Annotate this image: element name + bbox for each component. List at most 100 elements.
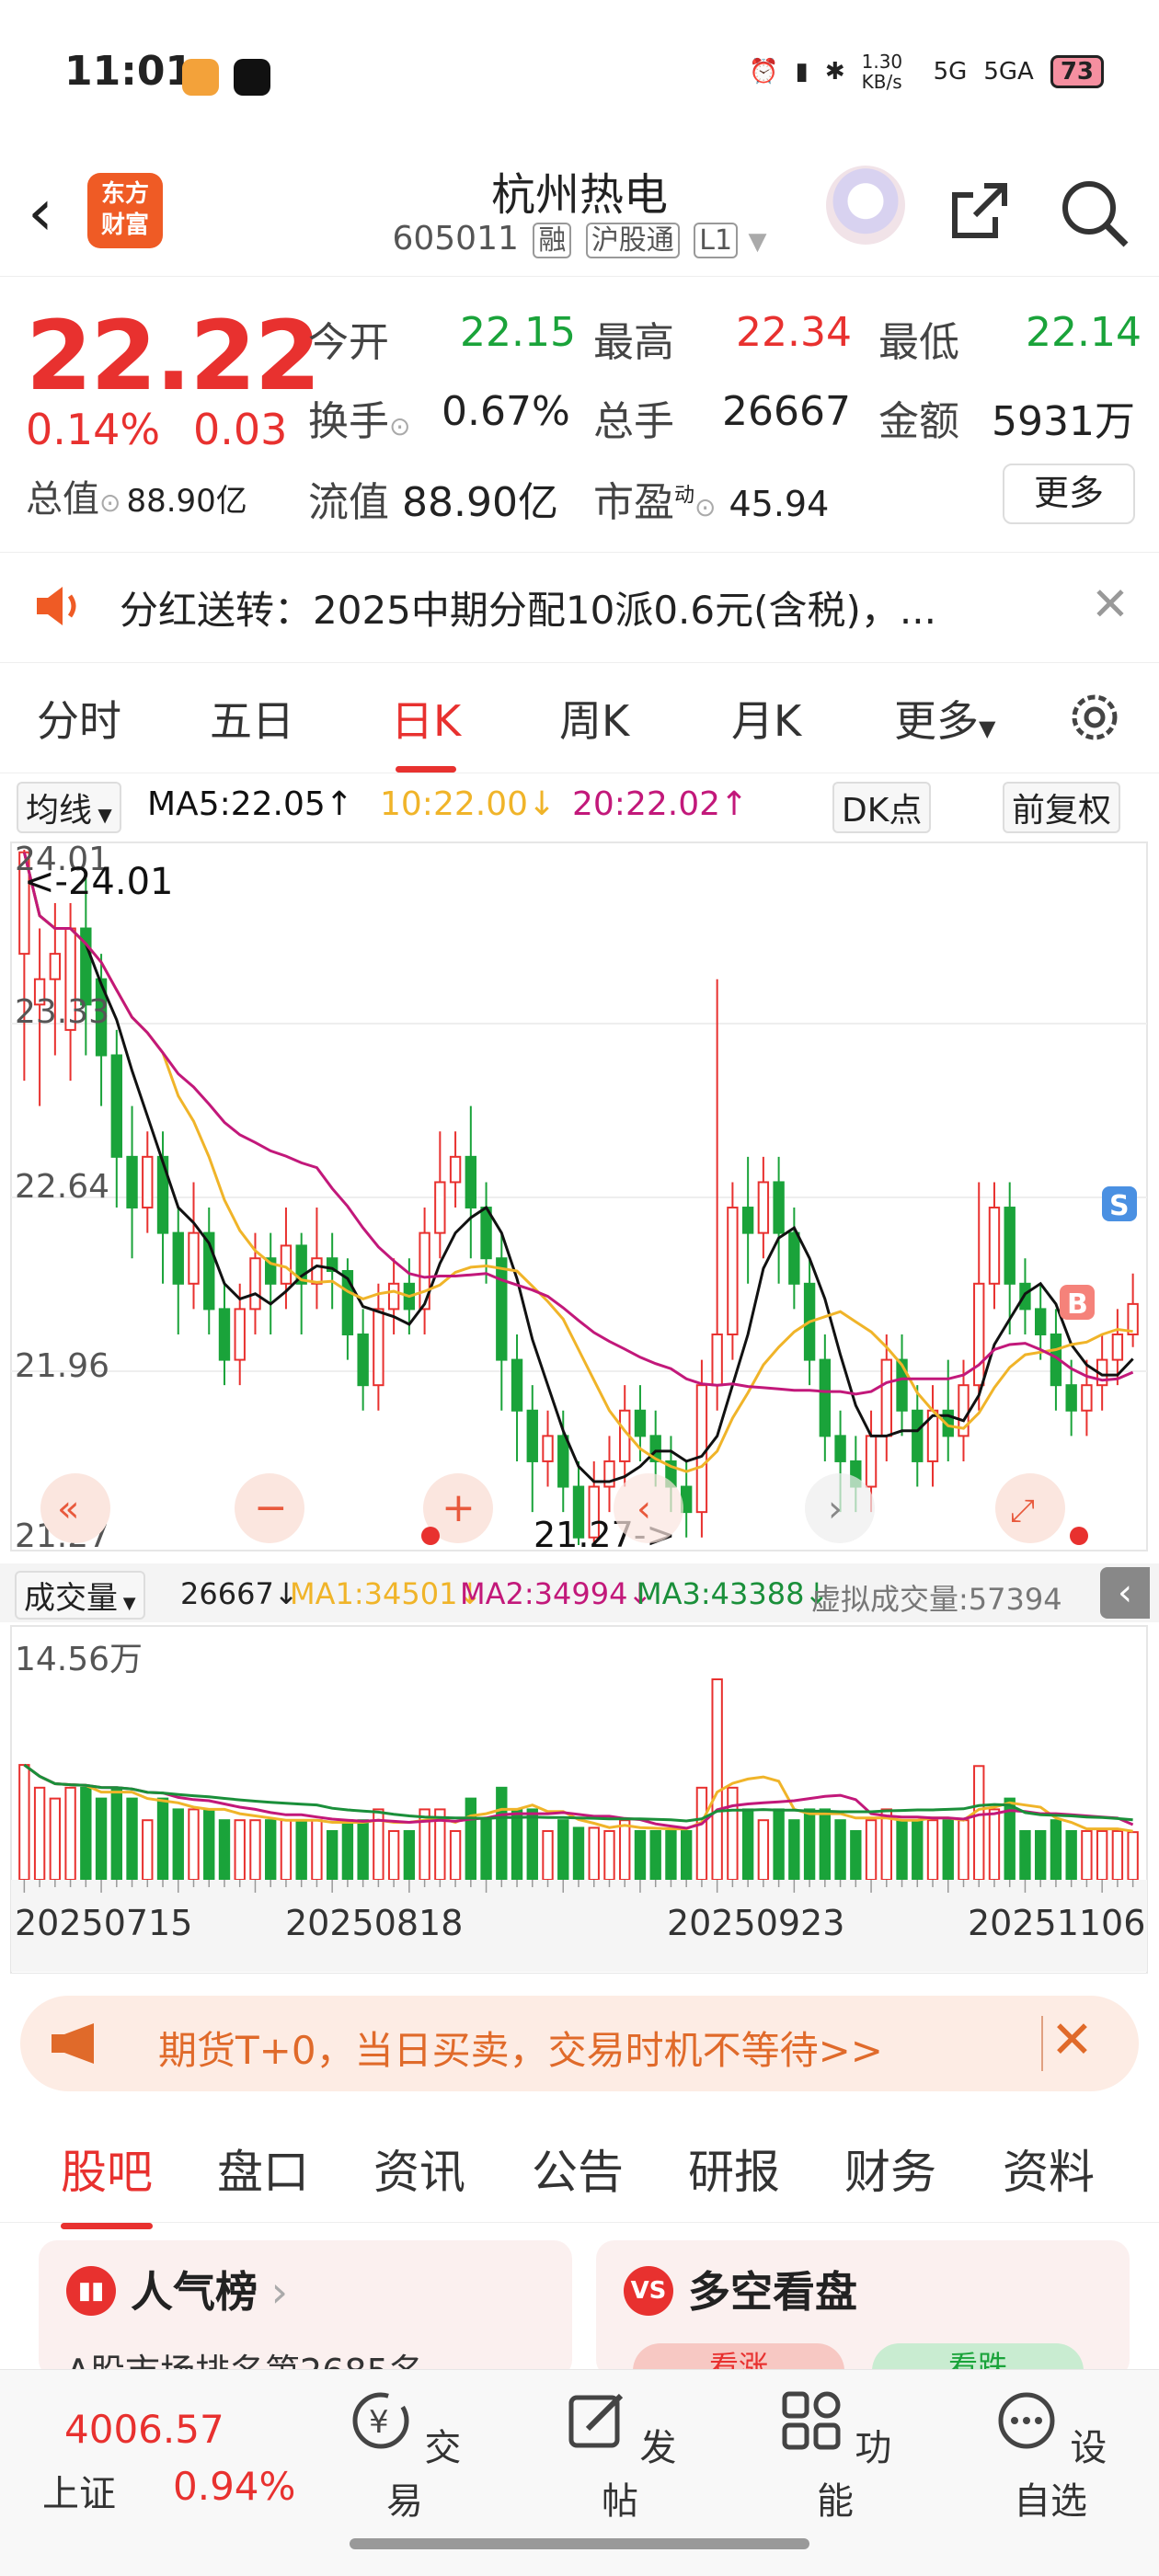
volume-bar bbox=[526, 1808, 538, 1882]
field-high: 最高 bbox=[593, 319, 674, 366]
candle-body bbox=[634, 1409, 647, 1437]
nav-trade[interactable]: ¥ 交易 bbox=[331, 2388, 478, 2524]
field-amount-value: 5931万 bbox=[992, 398, 1135, 445]
zoom-out-button[interactable]: − bbox=[235, 1473, 304, 1543]
share-icon[interactable] bbox=[947, 178, 1012, 243]
collapse-button[interactable]: ‹ bbox=[1100, 1567, 1150, 1619]
svg-text:+: + bbox=[442, 1484, 476, 1531]
futures-promo-banner[interactable]: 期货T+0，当日买卖，交易时机不等待>> ✕ bbox=[20, 1996, 1139, 2091]
pct-change: 0.14% bbox=[26, 405, 161, 454]
ma-selector[interactable]: 均线 ▼ bbox=[17, 782, 121, 833]
gear-icon[interactable] bbox=[1067, 690, 1122, 745]
volume-bar bbox=[465, 1797, 477, 1882]
nav-functions[interactable]: 功能 bbox=[762, 2388, 909, 2524]
tab-more[interactable]: 更多▼ bbox=[894, 688, 995, 749]
svg-text:B: B bbox=[1067, 1288, 1088, 1321]
nav-add-watchlist[interactable]: 设自选 bbox=[977, 2388, 1124, 2524]
candle-body bbox=[311, 1257, 323, 1285]
tab-intraday[interactable]: 分时 bbox=[37, 688, 121, 749]
tab-five-day[interactable]: 五日 bbox=[210, 688, 294, 749]
search-icon[interactable] bbox=[1058, 177, 1131, 250]
volume-bar bbox=[387, 1829, 400, 1882]
volume-bar bbox=[265, 1819, 277, 1882]
volume-chart[interactable]: 14.56万 20250715 20250818 20250923 202511… bbox=[0, 1624, 1159, 1974]
assistant-robot-icon[interactable] bbox=[826, 166, 905, 245]
fullscreen-button[interactable]: ⤢ bbox=[995, 1473, 1065, 1543]
bull-bear-card[interactable]: VS 多空看盘 看涨 看跌 bbox=[596, 2240, 1130, 2378]
volume-bar bbox=[988, 1808, 1001, 1882]
svg-text:⤢: ⤢ bbox=[1010, 1493, 1035, 1529]
volume-bar bbox=[1065, 1829, 1077, 1882]
dividend-notice[interactable]: 分红送转：2025中期分配10派0.6元(含税)，... ✕ bbox=[0, 552, 1159, 663]
volume-bar bbox=[1081, 1829, 1093, 1882]
tab-announcements[interactable]: 公告 bbox=[532, 2135, 624, 2202]
volume-bar bbox=[942, 1819, 954, 1882]
prev-button[interactable]: ‹ bbox=[614, 1473, 683, 1543]
signal-5ga: 5GA bbox=[983, 58, 1034, 86]
ma5-value: MA5:22.05↑ bbox=[147, 785, 353, 823]
tab-weekly-k[interactable]: 周K bbox=[559, 688, 629, 749]
volume-bar bbox=[757, 1819, 770, 1882]
field-volume: 总手 bbox=[593, 398, 674, 445]
candle-body bbox=[880, 1358, 892, 1437]
nav-post[interactable]: 发帖 bbox=[546, 2388, 694, 2524]
candle-body bbox=[727, 1207, 739, 1335]
candle-body bbox=[741, 1207, 754, 1234]
candle-body bbox=[218, 1308, 231, 1361]
volume-bar bbox=[49, 1797, 62, 1882]
tab-finance[interactable]: 财务 bbox=[844, 2135, 936, 2202]
tab-monthly-k[interactable]: 月K bbox=[731, 688, 801, 749]
candle-body bbox=[465, 1155, 477, 1209]
ma-row: 均线 ▼ MA5:22.05↑ 10:22.00↓ 20:22.02↑ DK点 … bbox=[0, 778, 1159, 837]
volume-bar bbox=[1127, 1831, 1139, 1881]
volume-bar bbox=[1111, 1829, 1124, 1882]
vs-icon: VS bbox=[624, 2266, 673, 2316]
volume-bar bbox=[249, 1819, 261, 1882]
candle-body bbox=[496, 1257, 508, 1361]
grid-icon bbox=[782, 2391, 841, 2450]
tab-orderbook[interactable]: 盘口 bbox=[217, 2135, 309, 2202]
volume-bar bbox=[280, 1819, 293, 1882]
candle-body bbox=[373, 1308, 384, 1387]
tab-forum[interactable]: 股吧 bbox=[61, 2135, 153, 2229]
volume-bar bbox=[649, 1829, 661, 1882]
next-button[interactable]: › bbox=[805, 1473, 875, 1543]
volume-bar bbox=[788, 1819, 800, 1882]
popularity-card[interactable]: ▮▮ 人气榜 › A股市场排名第2685名 bbox=[39, 2240, 572, 2378]
sell-marker[interactable]: S bbox=[1102, 1186, 1137, 1222]
more-dots-icon bbox=[998, 2392, 1055, 2449]
x-tick-4: 20251106 bbox=[968, 1903, 1145, 1943]
tab-news[interactable]: 资讯 bbox=[373, 2135, 465, 2202]
candle-body bbox=[126, 1155, 138, 1209]
volume-indicator-bar: 成交量 ▼ 26667↓ MA1:34501↓ MA2:34994↓ MA3:4… bbox=[0, 1563, 1159, 1622]
tab-profile[interactable]: 资料 bbox=[1003, 2135, 1095, 2202]
candle-body bbox=[757, 1181, 770, 1234]
signal-5g: 5G bbox=[933, 58, 968, 86]
dropdown-icon: ▼ bbox=[748, 228, 767, 256]
more-button[interactable]: 更多 bbox=[1003, 464, 1135, 524]
buy-marker[interactable]: B bbox=[1060, 1285, 1095, 1321]
candle-body bbox=[711, 1333, 723, 1387]
stock-code: 605011 bbox=[392, 220, 519, 258]
adjust-button[interactable]: 前复权 bbox=[1003, 782, 1121, 833]
tab-research[interactable]: 研报 bbox=[688, 2135, 780, 2202]
volume-bar bbox=[357, 1819, 369, 1882]
stock-header: ‹ 东方 财富 杭州热电 605011 融 沪股通 L1 ▼ bbox=[0, 156, 1159, 277]
close-icon[interactable]: ✕ bbox=[1091, 578, 1130, 631]
candlestick-chart[interactable]: 24.01 23.33 22.64 21.96 21.27 <-24.01 21… bbox=[0, 839, 1159, 1556]
tab-daily-k[interactable]: 日K bbox=[391, 688, 461, 773]
index-value[interactable]: 4006.57 bbox=[64, 2407, 224, 2452]
volume-bar bbox=[695, 1786, 708, 1882]
candle-body bbox=[973, 1282, 985, 1387]
candle-body bbox=[110, 1054, 122, 1158]
candle-body bbox=[526, 1409, 538, 1462]
close-icon[interactable]: ✕ bbox=[1050, 2010, 1094, 2070]
y-tick-3: 22.64 bbox=[15, 1168, 109, 1206]
volume-selector[interactable]: 成交量 ▼ bbox=[15, 1571, 145, 1620]
field-volume-value: 26667 bbox=[722, 388, 851, 435]
scroll-left-button[interactable]: « bbox=[40, 1473, 110, 1543]
candle-body bbox=[234, 1308, 246, 1361]
volume-bar bbox=[341, 1819, 354, 1882]
abs-change: 0.03 bbox=[193, 405, 288, 454]
dk-button[interactable]: DK点 bbox=[832, 782, 932, 833]
